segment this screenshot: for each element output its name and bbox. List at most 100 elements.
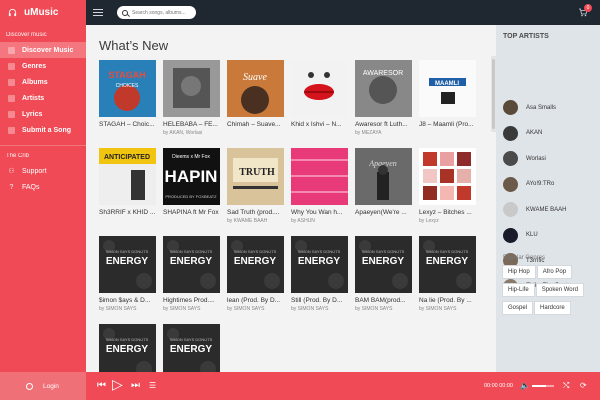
song-card[interactable]: Khid x Ishvi – N... [291, 60, 348, 128]
song-card[interactable]: Why You Wan h... by ASHUN [291, 148, 348, 224]
artist-name[interactable]: Asa Smalls [526, 105, 556, 111]
sidebar-item-faqs[interactable]: ? FAQs [0, 179, 86, 195]
album-art[interactable]: Apaeyen [355, 148, 412, 205]
repeat-icon[interactable]: ⟳ [580, 379, 587, 393]
song-title[interactable]: Chimah – Suave... [227, 121, 284, 128]
album-art[interactable]: SIMON SAYS DONUTS ENERGY [355, 236, 412, 293]
song-artist[interactable]: by ASHUN [291, 218, 348, 224]
search-box[interactable] [117, 6, 196, 19]
album-art[interactable] [163, 60, 220, 117]
song-artist[interactable]: by SIMON SAYS [291, 306, 348, 312]
artist-avatar[interactable] [503, 202, 518, 217]
artist-item[interactable]: AYo!9:TRo [503, 176, 554, 192]
album-art[interactable]: SIMON SAYS DONUTS ENERGY [163, 324, 220, 372]
album-art[interactable]: Suave [227, 60, 284, 117]
song-title[interactable]: HELEBABA – FE... [163, 121, 220, 128]
song-title[interactable]: SHAPINA ft Mr Fox [163, 209, 220, 216]
cart-button[interactable]: 0 [578, 4, 592, 17]
song-title[interactable]: Apaeyen(We're ... [355, 209, 412, 216]
song-title[interactable]: BAM BAM(prod... [355, 297, 412, 304]
artist-name[interactable]: KLU [526, 232, 538, 238]
song-card[interactable]: MAAMLI J8 – Maamli (Pro... [419, 60, 476, 128]
album-art[interactable]: TRUTH [227, 148, 284, 205]
album-art[interactable]: SIMON SAYS DONUTS ENERGY [163, 236, 220, 293]
sidebar-item-support[interactable]: ⚇ Support [0, 163, 86, 179]
album-art[interactable]: SIMON SAYS DONUTS ENERGY [227, 236, 284, 293]
genre-tag[interactable]: Spoken Word [535, 283, 584, 297]
genre-tag[interactable]: Hardcore [534, 301, 571, 315]
album-art[interactable] [291, 148, 348, 205]
artist-item[interactable]: Asa Smalls [503, 100, 556, 115]
artist-item[interactable]: KWAME BAAH [503, 202, 566, 217]
album-art[interactable]: MAAMLI [419, 60, 476, 117]
sidebar-item-artists[interactable]: Artists [0, 90, 86, 106]
song-card[interactable]: SIMON SAYS DONUTS ENERGY Na lie (Prod. By … [419, 236, 476, 312]
song-artist[interactable]: by AKAN, Worlasi [163, 130, 220, 136]
song-artist[interactable]: by SIMON SAYS [227, 306, 284, 312]
song-title[interactable]: Sad Truth (prod.... [227, 209, 284, 216]
artist-item[interactable]: Worlasi [503, 151, 546, 166]
sidebar-item-submit-song[interactable]: Submit a Song [0, 122, 86, 138]
artist-avatar[interactable] [503, 151, 518, 166]
song-title[interactable]: Sh3RRIF x KHID ... [99, 209, 156, 216]
album-art[interactable] [419, 148, 476, 205]
song-card[interactable]: SIMON SAYS DONUTS ENERGY [99, 324, 156, 372]
song-card[interactable]: SIMON SAYS DONUTS ENERGY Still (Prod. By D… [291, 236, 348, 312]
album-art[interactable]: AWARESOR [355, 60, 412, 117]
sidebar-item-genres[interactable]: Genres [0, 58, 86, 74]
song-title[interactable]: Hightimes Prod.... [163, 297, 220, 304]
song-artist[interactable]: by SIMON SAYS [163, 306, 220, 312]
song-title[interactable]: STAGAH – Choic... [99, 121, 156, 128]
song-artist[interactable]: by Lexyz [419, 218, 476, 224]
volume-slider[interactable] [532, 385, 554, 387]
song-title[interactable]: Na lie (Prod. By ... [419, 297, 476, 304]
song-artist[interactable]: by MEZAYA [355, 130, 412, 136]
volume-icon[interactable]: 🔈 [520, 379, 530, 393]
song-card[interactable]: HELEBABA – FE... by AKAN, Worlasi [163, 60, 220, 136]
song-card[interactable]: STAGAH CHOICES STAGAH – Choic... [99, 60, 156, 128]
song-card[interactable]: Suave Chimah – Suave... [227, 60, 284, 128]
shuffle-icon[interactable]: ⤭ [563, 379, 569, 393]
song-artist[interactable]: by SIMON SAYS [99, 306, 156, 312]
artist-item[interactable]: AKAN [503, 125, 542, 141]
album-art[interactable]: SIMON SAYS DONUTS ENERGY [419, 236, 476, 293]
song-card[interactable]: Dieems x Mr Fox HAPIN PRODUCED BY FOXBEATZ… [163, 148, 220, 216]
playlist-icon[interactable]: ☰ [149, 379, 156, 393]
album-art[interactable]: SIMON SAYS DONUTS ENERGY [99, 236, 156, 293]
previous-icon[interactable]: ⏮ [97, 379, 106, 393]
genre-tag[interactable]: Gospel [502, 301, 534, 315]
song-title[interactable]: Lexyz – Bitches ... [419, 209, 476, 216]
album-art[interactable]: ANTICIPATED [99, 148, 156, 205]
sidebar-item-discover-music[interactable]: Discover Music [0, 42, 86, 58]
song-card[interactable]: TRUTH Sad Truth (prod.... by KWAME BAAH [227, 148, 284, 224]
song-title[interactable]: Why You Wan h... [291, 209, 348, 216]
next-icon[interactable]: ⏭ [131, 379, 140, 393]
song-title[interactable]: lean (Prod. By D... [227, 297, 284, 304]
play-icon[interactable]: ▷ [112, 377, 123, 391]
search-input[interactable] [132, 9, 194, 16]
genre-tag[interactable]: Hip Hop [502, 265, 536, 279]
album-art[interactable] [291, 60, 348, 117]
brand[interactable]: uMusic [0, 0, 86, 25]
song-artist[interactable]: by SIMON SAYS [419, 306, 476, 312]
song-card[interactable]: Lexyz – Bitches ... by Lexyz [419, 148, 476, 224]
song-card[interactable]: AWARESOR Awaresor ft Luth... by MEZAYA [355, 60, 412, 136]
song-title[interactable]: Still (Prod. By D... [291, 297, 348, 304]
artist-name[interactable]: AKAN [526, 130, 542, 136]
song-artist[interactable]: by SIMON SAYS [355, 306, 412, 312]
song-title[interactable]: J8 – Maamli (Pro... [419, 121, 476, 128]
artist-avatar[interactable] [503, 100, 518, 115]
artist-name[interactable]: Worlasi [526, 156, 546, 162]
sidebar-item-albums[interactable]: Albums [0, 74, 86, 90]
song-card[interactable]: SIMON SAYS DONUTS ENERGY BAM BAM(prod... by… [355, 236, 412, 312]
song-card[interactable]: SIMON SAYS DONUTS ENERGY $imon $ays & D...… [99, 236, 156, 312]
artist-avatar[interactable] [503, 125, 518, 141]
artist-name[interactable]: KWAME BAAH [526, 207, 566, 213]
album-art[interactable]: STAGAH CHOICES [99, 60, 156, 117]
song-card[interactable]: ANTICIPATED Sh3RRIF x KHID ... [99, 148, 156, 216]
album-art[interactable]: SIMON SAYS DONUTS ENERGY [99, 324, 156, 372]
song-artist[interactable]: by KWAME BAAH [227, 218, 284, 224]
sidebar-item-lyrics[interactable]: Lyrics [0, 106, 86, 122]
artist-avatar[interactable] [503, 176, 518, 192]
song-title[interactable]: Khid x Ishvi – N... [291, 121, 348, 128]
